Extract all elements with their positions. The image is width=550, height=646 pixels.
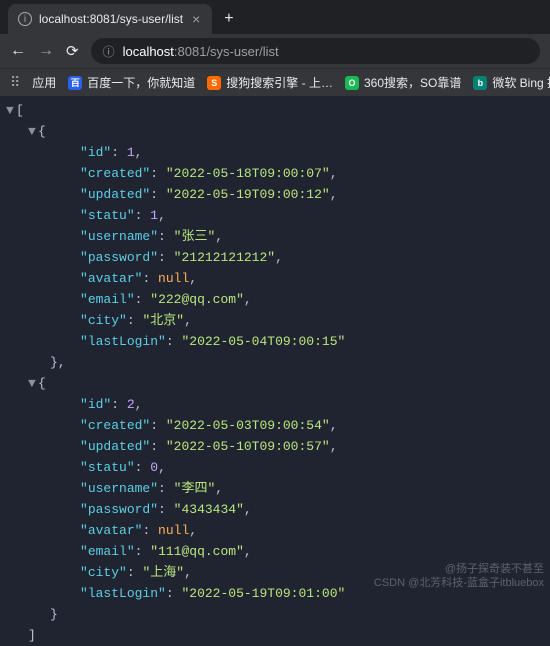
globe-icon: i — [18, 12, 32, 26]
json-line: }, — [6, 352, 544, 373]
json-line: } — [6, 604, 544, 625]
bookmark-label: 微软 Bing 搜索 -… — [492, 74, 550, 91]
bookmark-label: 搜狗搜索引擎 - 上… — [226, 74, 333, 91]
bookmark-item[interactable]: b 微软 Bing 搜索 -… — [473, 74, 550, 91]
json-line: "updated": "2022-05-10T09:00:57", — [6, 436, 544, 457]
json-line: ▼{ — [6, 373, 544, 394]
json-line: "statu": 1, — [6, 205, 544, 226]
json-line: "statu": 0, — [6, 457, 544, 478]
bookmark-favicon: b — [473, 76, 487, 90]
browser-toolbar: ← → ⟳ ⓘ localhost:8081/sys-user/list — [0, 34, 550, 68]
json-line: ▼[ — [6, 100, 544, 121]
bookmark-label: 360搜索，SO靠谱 — [364, 74, 461, 91]
tab-title: localhost:8081/sys-user/list — [39, 12, 183, 26]
json-line: "updated": "2022-05-19T09:00:12", — [6, 184, 544, 205]
json-line: ▼{ — [6, 121, 544, 142]
site-info-icon[interactable]: ⓘ — [103, 43, 115, 60]
close-icon[interactable]: × — [190, 11, 202, 27]
browser-tab[interactable]: i localhost:8081/sys-user/list × — [8, 4, 212, 34]
json-line: "avatar": null, — [6, 268, 544, 289]
json-response-viewer: ▼[▼{"id": 1,"created": "2022-05-18T09:00… — [0, 96, 550, 594]
json-line: "password": "21212121212", — [6, 247, 544, 268]
reload-button[interactable]: ⟳ — [66, 42, 79, 60]
json-line: "avatar": null, — [6, 520, 544, 541]
json-line: "id": 2, — [6, 394, 544, 415]
json-line: "lastLogin": "2022-05-04T09:00:15" — [6, 331, 544, 352]
json-line: "city": "北京", — [6, 310, 544, 331]
json-line: "created": "2022-05-03T09:00:54", — [6, 415, 544, 436]
forward-button: → — [38, 42, 54, 60]
json-line: "password": "4343434", — [6, 499, 544, 520]
bookmark-favicon: 百 — [68, 76, 82, 90]
address-bar[interactable]: ⓘ localhost:8081/sys-user/list — [91, 38, 540, 64]
bookmark-favicon: O — [345, 76, 359, 90]
json-line: "username": "张三", — [6, 226, 544, 247]
json-line: ] — [6, 625, 544, 646]
bookmark-item[interactable]: S 搜狗搜索引擎 - 上… — [207, 74, 333, 91]
watermark: @扬子探奇装不甚至 CSDN @北芳科技-蓝盒子itbluebox — [374, 562, 544, 590]
json-line: "id": 1, — [6, 142, 544, 163]
bookmarks-bar: ⠿ 应用 百百度一下，你就知道 S 搜狗搜索引擎 - 上… O 360搜索，SO靠谱 b微… — [0, 68, 550, 96]
bookmark-item[interactable]: O 360搜索，SO靠谱 — [345, 74, 461, 91]
json-line: "email": "222@qq.com", — [6, 289, 544, 310]
json-line: "created": "2022-05-18T09:00:07", — [6, 163, 544, 184]
new-tab-button[interactable]: + — [212, 4, 245, 34]
back-button[interactable]: ← — [10, 42, 26, 60]
url-text: localhost:8081/sys-user/list — [123, 44, 279, 59]
apps-label[interactable]: 应用 — [32, 74, 56, 91]
json-line: "username": "李四", — [6, 478, 544, 499]
apps-icon[interactable]: ⠿ — [10, 74, 20, 91]
json-line: "email": "111@qq.com", — [6, 541, 544, 562]
bookmark-favicon: S — [207, 76, 221, 90]
tab-strip: i localhost:8081/sys-user/list × + — [0, 0, 550, 34]
bookmark-label: 百度一下，你就知道 — [87, 74, 195, 91]
bookmark-item[interactable]: 百百度一下，你就知道 — [68, 74, 195, 91]
